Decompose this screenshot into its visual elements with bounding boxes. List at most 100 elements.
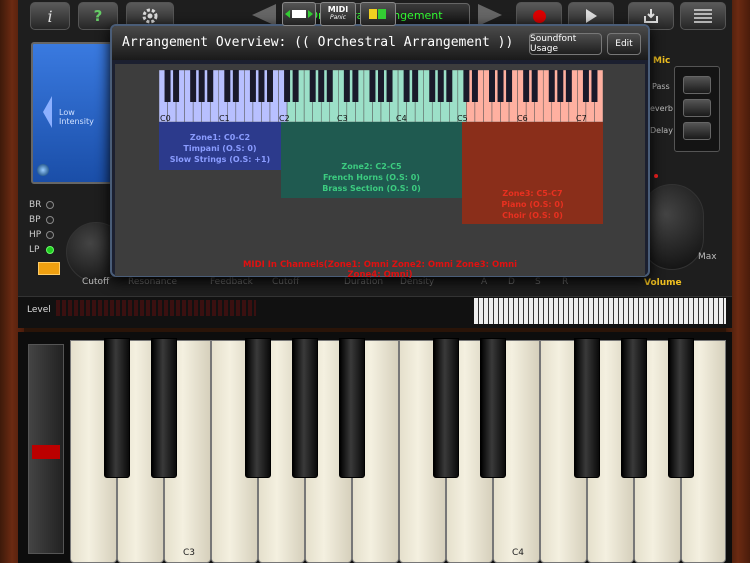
- zone-black-key: [258, 70, 265, 102]
- soundfont-usage-button[interactable]: Soundfont Usage: [529, 33, 602, 55]
- zone-black-key: [506, 70, 513, 102]
- prev-preset-arrow[interactable]: [252, 4, 276, 26]
- black-key[interactable]: [574, 338, 600, 478]
- zone3-title: Zone3: C5-C7: [502, 189, 563, 198]
- black-key[interactable]: [621, 338, 647, 478]
- black-key[interactable]: [245, 338, 271, 478]
- black-key[interactable]: [480, 338, 506, 478]
- zone2-box[interactable]: Zone2: C2-C5 French Horns (O.S: 0) Brass…: [281, 122, 462, 198]
- filter-lp-led[interactable]: [46, 246, 54, 254]
- black-key[interactable]: [151, 338, 177, 478]
- black-key[interactable]: [292, 338, 318, 478]
- zone-black-key: [565, 70, 572, 102]
- reverb-button[interactable]: [683, 99, 711, 117]
- zone2-sound1: French Horns (O.S: 0): [323, 173, 420, 182]
- zone-black-key: [173, 70, 180, 102]
- info-button[interactable]: i: [30, 2, 70, 30]
- zone3-box[interactable]: Zone3: C5-C7 Piano (O.S: 0) Choir (O.S: …: [462, 122, 603, 224]
- zone3-sound1: Piano (O.S: 0): [501, 200, 564, 209]
- keyboard-navigator[interactable]: [474, 298, 726, 324]
- midi-panic-button[interactable]: MIDI Panic: [320, 2, 356, 26]
- resonance-label: Resonance: [128, 277, 177, 287]
- zone-black-key: [403, 70, 410, 102]
- adsr-r-label: R: [562, 277, 569, 287]
- pitch-slider-thumb[interactable]: [32, 445, 60, 459]
- record-icon: [532, 9, 546, 23]
- black-key[interactable]: [104, 338, 130, 478]
- dialog-body: C0 C1 C2 C3 C4 C5 C6 C7 Zone1: C0-C2 Tim…: [115, 64, 645, 280]
- download-tray-icon: [644, 9, 658, 23]
- globe-icon[interactable]: [37, 164, 49, 176]
- next-preset-arrow[interactable]: [478, 4, 502, 26]
- zone-black-key: [386, 70, 393, 102]
- zone-black-key: [352, 70, 359, 102]
- black-key[interactable]: [433, 338, 459, 478]
- dialog-header: Arrangement Overview: (( Orchestral Arra…: [112, 26, 648, 60]
- zone-black-key: [309, 70, 316, 102]
- zone-black-key: [343, 70, 350, 102]
- cutoff-label: Cutoff: [82, 277, 110, 287]
- zone-black-key: [446, 70, 453, 102]
- delay-button[interactable]: [683, 122, 711, 140]
- delay-label: Delay: [650, 126, 673, 135]
- zone-black-key: [497, 70, 504, 102]
- zone1-box[interactable]: Zone1: C0-C2 Timpani (O.S: 0) Slow Strin…: [159, 122, 281, 170]
- lcd-text: Low Intensity: [59, 108, 94, 126]
- key-label-c3: C3: [183, 548, 196, 558]
- zone2-title: Zone2: C2-C5: [341, 162, 402, 171]
- zone2-sound2: Brass Section (O.S: 0): [322, 184, 421, 193]
- pitch-slider[interactable]: [28, 344, 64, 554]
- keyboard-arrows-icon: [285, 10, 313, 18]
- zone-black-key: [249, 70, 256, 102]
- midi-channels-text: MIDI In Channels(Zone1: Omni Zone2: Omni…: [242, 260, 518, 280]
- zone-overview-button[interactable]: [360, 2, 396, 26]
- zone-black-key: [267, 70, 273, 102]
- zone-black-key: [471, 70, 478, 102]
- filter-bp-led[interactable]: [46, 216, 54, 224]
- filter-br-label: BR: [29, 200, 42, 210]
- pass-button[interactable]: [683, 76, 711, 94]
- menu-button[interactable]: [680, 2, 726, 30]
- filter-bp-label: BP: [29, 215, 41, 225]
- arrangement-overview-dialog: Arrangement Overview: (( Orchestral Arra…: [110, 24, 650, 280]
- keyboard-range-button[interactable]: [282, 2, 316, 26]
- midi-label: MIDI: [327, 5, 349, 14]
- zone-black-key: [318, 70, 325, 102]
- pass-label: Pass: [652, 82, 670, 91]
- mic-label: Mic: [653, 56, 671, 66]
- key-label-c4: C4: [512, 548, 525, 558]
- level-label: Level: [27, 305, 51, 315]
- zone-black-key: [378, 70, 384, 102]
- zone-black-key: [437, 70, 444, 102]
- filter-toggle-button[interactable]: [38, 262, 60, 275]
- black-key[interactable]: [339, 338, 365, 478]
- edit-button[interactable]: Edit: [607, 33, 641, 55]
- zone-black-key: [531, 70, 538, 102]
- reverb-label: everb: [650, 104, 673, 113]
- zone-black-key: [557, 70, 564, 102]
- zone-black-key: [429, 70, 436, 102]
- max-label: Max: [698, 252, 717, 262]
- lfo-display: Low Intensity: [31, 42, 113, 184]
- black-key[interactable]: [668, 338, 694, 478]
- zone-black-key: [523, 70, 530, 102]
- zone-black-key: [412, 70, 419, 102]
- panic-label: Panic: [329, 14, 347, 21]
- zone-black-key: [369, 70, 376, 102]
- zone-black-key: [548, 70, 555, 102]
- filter-hp-led[interactable]: [46, 231, 54, 239]
- zone-black-key: [198, 70, 205, 102]
- zone1-sound2: Slow Strings (O.S: +1): [169, 155, 271, 164]
- lcd-left-arrow-icon[interactable]: [43, 96, 52, 128]
- zone-black-key: [463, 70, 470, 102]
- zone1-sound1: Timpani (O.S: 0): [183, 144, 257, 153]
- filter-br-led[interactable]: [46, 201, 54, 209]
- zone1-title: Zone1: C0-C2: [189, 133, 251, 142]
- zone-black-key: [326, 70, 333, 102]
- volume-label: Volume: [644, 278, 682, 288]
- zone-black-key: [164, 70, 171, 102]
- adsr-s-label: S: [535, 277, 541, 287]
- mic-led: [654, 174, 658, 178]
- play-icon: [585, 9, 597, 23]
- gear-icon: [142, 8, 158, 24]
